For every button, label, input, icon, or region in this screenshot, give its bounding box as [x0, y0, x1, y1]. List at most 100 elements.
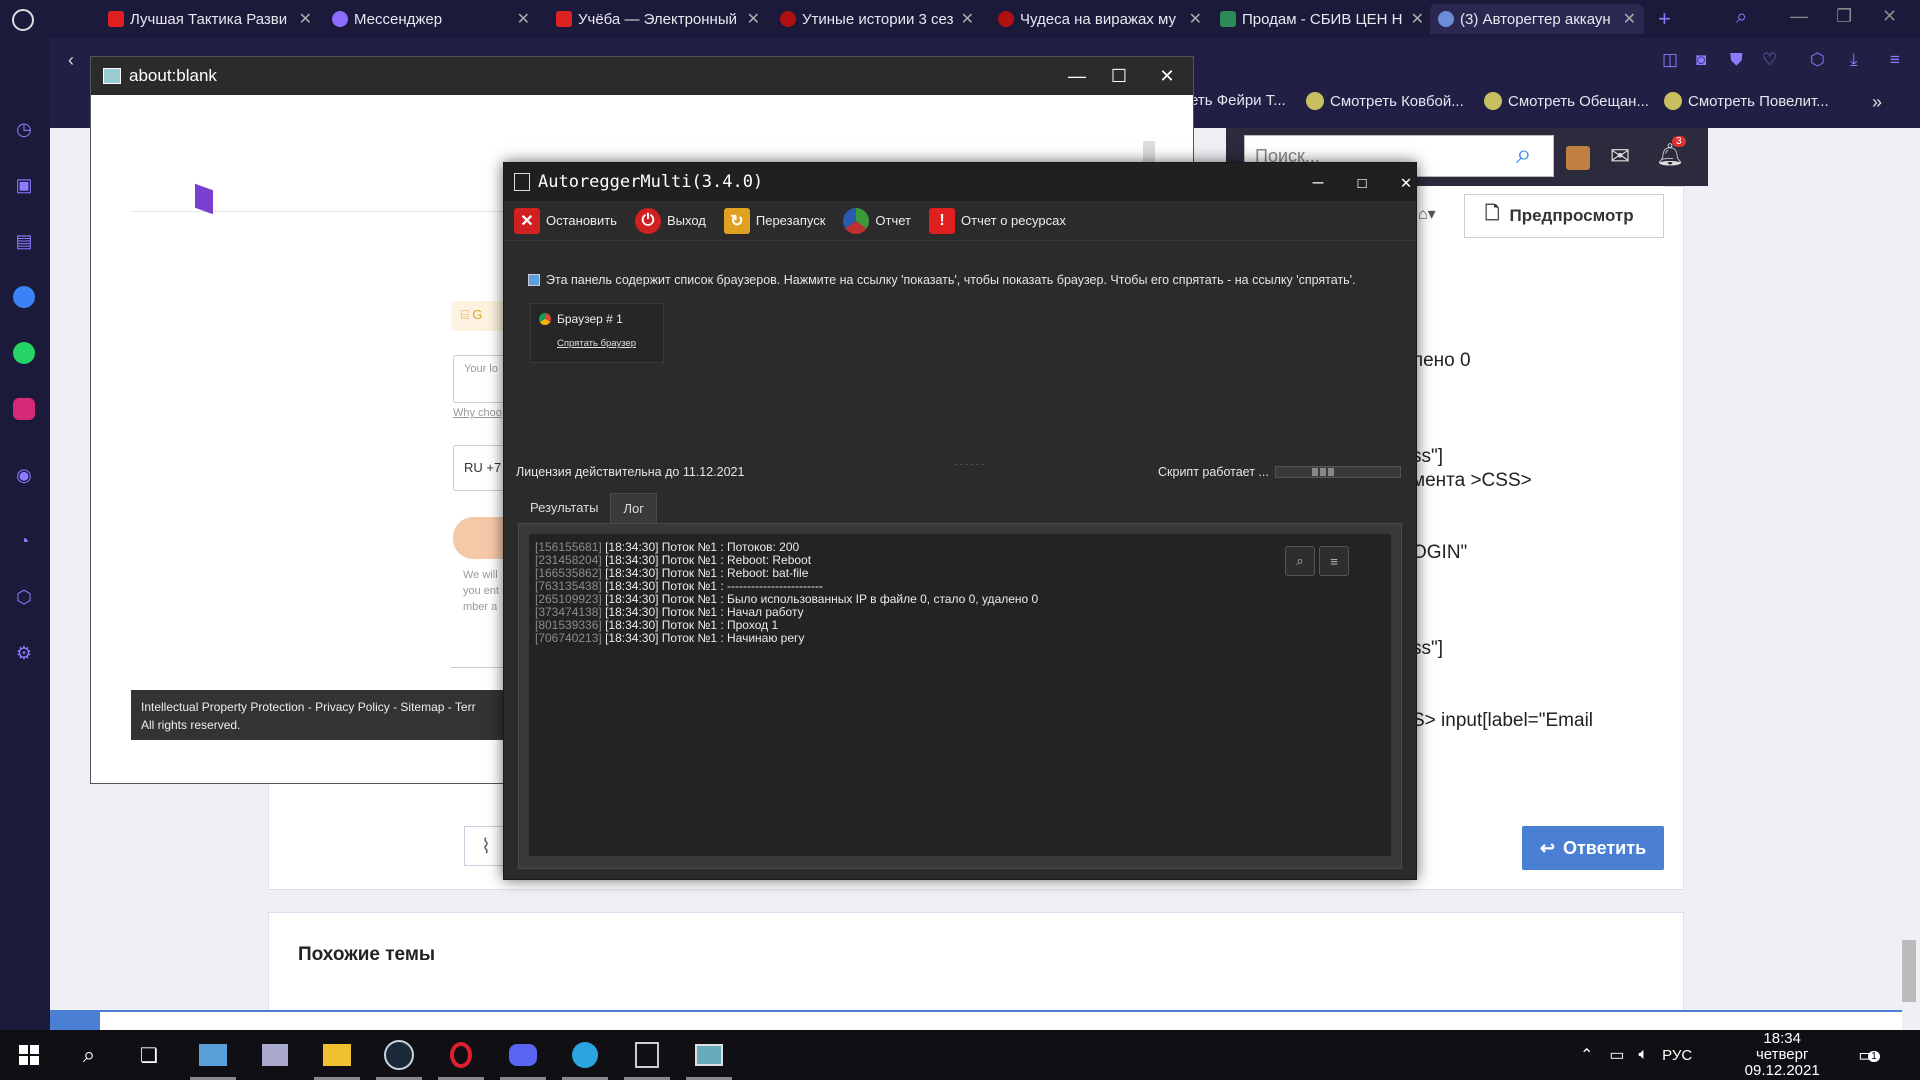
attach-file-button[interactable]: ⌇	[464, 826, 508, 866]
bookmark-1[interactable]: еть Фейри Т...	[1190, 92, 1286, 109]
language-indicator[interactable]: РУС	[1662, 1047, 1692, 1064]
volume-icon[interactable]: 🔈︎	[1639, 1046, 1649, 1064]
bookmark-4[interactable]: Смотреть Повелит...	[1664, 92, 1829, 110]
close-tab-icon[interactable]: ✕	[299, 9, 312, 29]
new-tab-icon[interactable]: +	[1658, 6, 1671, 32]
avatar[interactable]	[1566, 146, 1590, 170]
tab-log[interactable]: Лог	[610, 493, 657, 523]
file-explorer-icon[interactable]	[308, 1030, 366, 1080]
close-tab-icon[interactable]: ✕	[747, 9, 760, 29]
autoregger-tabs: Результаты Лог	[518, 493, 657, 523]
bookmark-3[interactable]: Смотреть Обещан...	[1484, 92, 1649, 110]
opera-icon[interactable]	[432, 1030, 490, 1080]
close-tab-icon[interactable]: ✕	[1189, 9, 1202, 29]
bookmarks-overflow-icon[interactable]: »	[1872, 92, 1882, 113]
reply-button[interactable]: ↩ Ответить	[1522, 826, 1664, 870]
autoregger-taskbar-icon[interactable]	[618, 1030, 676, 1080]
log-search-icon[interactable]: ⌕	[1285, 546, 1315, 576]
video-site-icon	[998, 11, 1014, 27]
bookmark-2[interactable]: Смотреть Ковбой...	[1306, 92, 1464, 110]
close-tab-icon[interactable]: ✕	[517, 9, 530, 29]
browser-sidebar: ◷ ▣ ▤ ◉ ◔ ⬡ ⚙	[0, 38, 50, 1030]
menu-icon[interactable]: ≡	[1890, 50, 1900, 70]
speed-dial-icon[interactable]: ◷	[11, 116, 37, 142]
search-tabs-icon[interactable]: ⌕	[1736, 6, 1747, 29]
browser-card: Браузер # 1 Спрятать браузер	[530, 303, 664, 363]
app-icon	[103, 68, 121, 84]
stop-button[interactable]: ✕ Остановить	[514, 207, 617, 234]
instagram-icon[interactable]	[11, 396, 37, 422]
tab-6[interactable]: Продам - СБИВ ЦЕН Н ✕	[1212, 4, 1432, 34]
exit-button[interactable]: ⏻ Выход	[634, 207, 706, 234]
clock[interactable]: 18:34 четверг 09.12.2021	[1732, 1031, 1832, 1079]
log-output[interactable]: [156155681] [18:34:30] Поток №1 : Потоко…	[529, 534, 1391, 856]
snapshot-icon[interactable]: ◫	[1662, 50, 1678, 70]
chrome-icon	[539, 313, 551, 325]
mini-scrollbar[interactable]	[1143, 141, 1155, 163]
whatsapp-icon[interactable]	[11, 340, 37, 366]
back-icon[interactable]: ‹	[68, 50, 74, 71]
minimize-icon[interactable]: —	[1790, 6, 1808, 27]
close-button[interactable]: ✕	[1378, 163, 1434, 201]
tab-2[interactable]: Мессенджер ✕	[324, 4, 538, 34]
extensions-icon[interactable]: ⬡	[11, 584, 37, 610]
hide-browser-link[interactable]: Спрятать браузер	[557, 338, 636, 349]
telegram-icon[interactable]	[556, 1030, 614, 1080]
messenger-icon[interactable]	[11, 284, 37, 310]
heart-icon[interactable]: ♡	[1762, 50, 1777, 70]
tab-5[interactable]: Чудеса на виражах му ✕	[990, 4, 1210, 34]
notification-badge: 3	[1672, 136, 1686, 147]
search-icon[interactable]: ⌕	[1516, 138, 1532, 171]
steam-icon[interactable]	[370, 1030, 428, 1080]
tab-7-active[interactable]: (3) Авторегтер аккаун ✕	[1430, 4, 1644, 34]
history-icon[interactable]: ◔	[11, 528, 37, 554]
chevron-up-icon[interactable]: ⌃	[1580, 1045, 1593, 1065]
close-button[interactable]: ✕	[1139, 57, 1195, 95]
log-menu-icon[interactable]: ≡	[1319, 546, 1349, 576]
bag-icon[interactable]: ▣	[11, 172, 37, 198]
close-tab-icon[interactable]: ✕	[961, 9, 974, 29]
tab-3[interactable]: Учёба — Электронный ✕	[548, 4, 768, 34]
stop-icon: ✕	[514, 207, 540, 234]
maximize-icon[interactable]: ❐	[1836, 6, 1852, 27]
log-line: [706740213] [18:34:30] Поток №1 : Начина…	[535, 631, 805, 645]
report-button[interactable]: Отчет	[843, 207, 911, 234]
notifications-icon[interactable]: ▭ 1	[1858, 1045, 1880, 1066]
tab-4[interactable]: Утиные истории 3 сез ✕	[772, 4, 982, 34]
close-icon[interactable]: ✕	[1882, 6, 1897, 27]
search-icon[interactable]: ⌕	[60, 1030, 118, 1080]
mail-icon[interactable]: ✉	[1610, 142, 1630, 171]
twitch-icon[interactable]: ▤	[11, 228, 37, 254]
bottom-bar	[50, 1010, 1902, 1030]
windows-start-icon[interactable]	[0, 1030, 58, 1080]
close-tab-icon[interactable]: ✕	[1623, 9, 1636, 29]
opera-menu-icon[interactable]	[12, 9, 34, 31]
discord-icon[interactable]	[494, 1030, 552, 1080]
why-choose-link[interactable]: Why choo	[453, 407, 502, 419]
editor-dropdown-icon[interactable]: ⌂▾	[1418, 204, 1436, 224]
vpn-icon[interactable]: ⛊	[1730, 50, 1743, 70]
warning-icon: !	[929, 207, 955, 234]
download-icon[interactable]: ⤓	[1850, 50, 1858, 70]
tab-results[interactable]: Результаты	[518, 493, 611, 523]
settings-icon[interactable]: ⚙	[11, 640, 37, 666]
similar-topics-title: Похожие темы	[298, 944, 436, 965]
restart-button[interactable]: ↻ Перезапуск	[723, 207, 825, 234]
task-view-icon[interactable]: ❏	[120, 1030, 178, 1080]
autoregger-toolbar: ✕ Остановить ⏻ Выход ↻ Перезапуск Отчет …	[504, 201, 1416, 241]
browser-window-taskbar-icon[interactable]	[680, 1030, 738, 1080]
panel-splitter[interactable]: · · · · · ·	[954, 459, 985, 469]
camera-icon[interactable]: ◙	[1696, 50, 1706, 70]
taskbar-app-paint[interactable]	[246, 1030, 304, 1080]
player-icon[interactable]: ◉	[11, 462, 37, 488]
page-scrollbar[interactable]	[1902, 940, 1916, 1002]
taskbar-app-screen[interactable]	[184, 1030, 242, 1080]
network-icon[interactable]: ▭	[1609, 1045, 1624, 1065]
tab-1[interactable]: Лучшая Тактика Разви ✕	[100, 4, 320, 34]
preview-button[interactable]: 🗋︎ Предпросмотр	[1464, 194, 1664, 238]
close-tab-icon[interactable]: ✕	[1411, 9, 1424, 29]
code-line: S> input[label="Email	[1412, 710, 1594, 731]
floating-action-icon[interactable]	[50, 1010, 100, 1030]
resource-report-button[interactable]: ! Отчет о ресурсах	[929, 207, 1066, 234]
cube-icon[interactable]: ⬡	[1810, 50, 1825, 70]
